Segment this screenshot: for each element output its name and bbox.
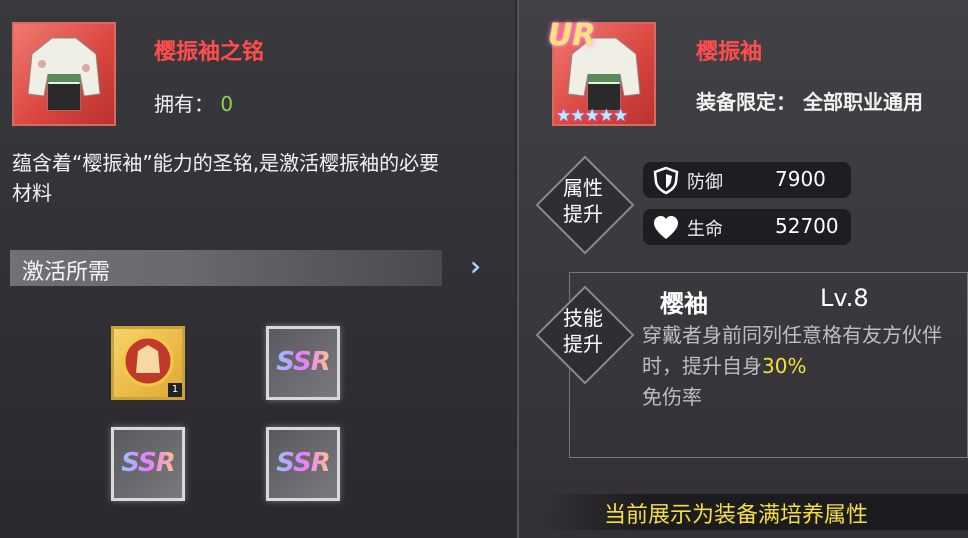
stat-label: 防御 xyxy=(687,172,723,193)
activation-section-title: 激活所需 xyxy=(22,260,111,285)
attribute-boost-label: 属性提升 xyxy=(548,175,618,227)
footer-note-bar: 当前展示为装备满培养属性 xyxy=(540,494,968,530)
restriction-value: 全部职业通用 xyxy=(802,90,923,114)
stat-value: 52700 xyxy=(775,214,839,238)
heart-icon xyxy=(654,216,678,239)
transition-arrows-icon: ››› xyxy=(470,252,483,282)
item-name-title: 樱振袖之铭 xyxy=(154,40,265,65)
stat-value: 7900 xyxy=(775,167,826,191)
kimono-icon xyxy=(27,37,101,111)
footer-note: 当前展示为装备满培养属性 xyxy=(604,503,869,528)
material-slot-ssr[interactable]: SSR xyxy=(111,427,185,501)
equip-restriction-row: 装备限定： 全部职业通用 xyxy=(696,86,923,115)
owned-count: 0 xyxy=(220,92,234,116)
skill-description: 穿戴者身前同列任意格有友方伙伴时，提升自身30% 免伤率 xyxy=(642,320,962,413)
rarity-ur-badge: UR xyxy=(548,18,596,53)
material-slot-ssr[interactable]: SSR xyxy=(266,427,340,501)
owned-row: 拥有： 0 xyxy=(154,88,233,117)
attribute-boost-text: 属性提升 xyxy=(563,176,603,226)
skill-level: Lv.8 xyxy=(820,284,869,312)
material-count-badge: 1 xyxy=(168,383,182,397)
item-portrait-seal xyxy=(12,22,116,126)
ssr-label: SSR xyxy=(269,347,337,377)
item-description: 蕴含着“樱振袖”能力的圣铭,是激活樱振袖的必要材料 xyxy=(12,151,440,205)
star-rating: ★★★★★ xyxy=(556,106,628,126)
ssr-label: SSR xyxy=(114,448,182,478)
skill-boost-label: 技能提升 xyxy=(548,305,618,357)
stat-row-hp: 生命 52700 xyxy=(643,209,851,245)
ssr-label: SSR xyxy=(269,448,337,478)
shield-icon xyxy=(653,166,679,195)
activation-section-header: 激活所需 xyxy=(10,250,442,286)
skill-desc-text-end: 免伤率 xyxy=(642,385,702,409)
equipment-name-title: 樱振袖 xyxy=(696,40,763,65)
skill-name: 樱袖 xyxy=(660,290,708,318)
material-slot-ssr[interactable]: SSR xyxy=(266,326,340,400)
owned-label: 拥有： xyxy=(154,92,214,116)
skill-desc-highlight: 30% xyxy=(762,354,807,378)
material-slot-gold[interactable]: 1 xyxy=(111,326,185,400)
stat-label: 生命 xyxy=(687,219,723,240)
restriction-label: 装备限定： xyxy=(696,90,796,114)
skill-boost-text: 技能提升 xyxy=(563,306,603,356)
stat-row-defense: 防御 7900 xyxy=(643,162,851,198)
